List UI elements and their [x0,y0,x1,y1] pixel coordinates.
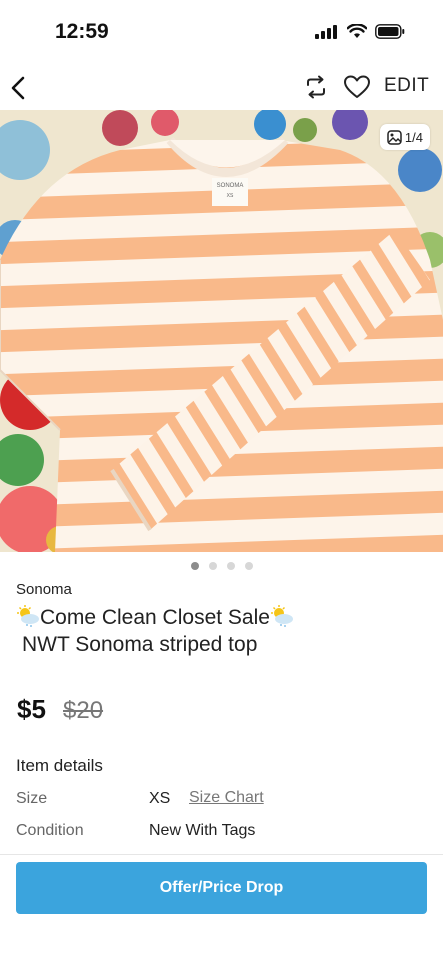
pagination-dot-active[interactable] [190,562,199,570]
heart-icon [344,75,370,98]
status-icons [315,24,405,39]
condition-label: Condition [16,822,84,839]
brand-name[interactable]: Sonoma [16,581,72,598]
listing-title: Come Clean Closet Sale NWT Sonoma stripe… [16,604,346,658]
listing-title-text: Come Clean Closet Sale [40,606,270,629]
divider [0,854,443,855]
listing-title-line2: NWT Sonoma striped top [22,633,258,656]
offer-price-drop-button[interactable]: Offer/Price Drop [16,862,427,914]
gallery-pagination [0,562,443,570]
image-icon [387,129,402,145]
chevron-left-icon [11,76,25,100]
sun-behind-cloud-icon [270,605,293,627]
original-price: $20 [63,697,104,724]
status-bar: 12:59 [0,0,443,64]
size-label: Size [16,790,48,807]
sun-behind-cloud-icon [17,605,39,627]
like-button[interactable] [343,74,371,105]
signal-icon [315,24,337,39]
back-button[interactable] [8,70,32,104]
share-button[interactable] [303,74,329,105]
nav-bar: EDIT [0,64,443,110]
wifi-icon [347,24,367,38]
condition-value: New With Tags [149,822,256,839]
image-counter-text: 1/4 [404,129,423,145]
repost-icon [307,75,325,99]
size-chart-link[interactable]: Size Chart [189,789,264,807]
svg-text:SONOMA: SONOMA [217,183,244,189]
image-counter: 1/4 [379,124,430,150]
status-time: 12:59 [55,20,109,43]
striped-shirt-photo: SONOMA XS [0,110,443,552]
edit-button[interactable]: EDIT [384,75,429,97]
pagination-dot[interactable] [244,562,253,570]
pagination-dot[interactable] [226,562,235,570]
battery-icon [375,24,405,39]
item-details-heading: Item details [16,756,103,775]
size-value: XS [149,790,171,807]
price: $5 [17,694,46,724]
svg-text:XS: XS [227,193,234,199]
product-image[interactable]: SONOMA XS 1/4 [0,110,443,552]
pagination-dot[interactable] [208,562,217,570]
